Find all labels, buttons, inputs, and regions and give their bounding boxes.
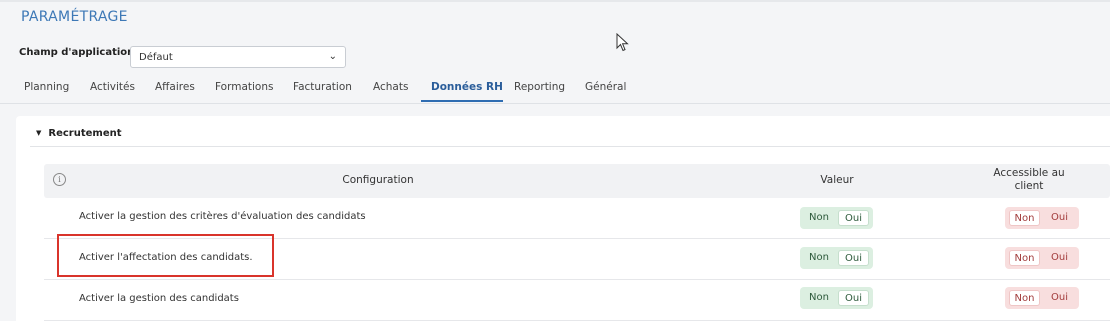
- tab-formations[interactable]: Formations: [215, 81, 273, 93]
- scope-label: Champ d'application: [19, 47, 135, 58]
- valeur-toggle[interactable]: Non Oui: [800, 207, 873, 229]
- tab-planning[interactable]: Planning: [24, 81, 69, 93]
- table-header: i Configuration Valeur Accessible au cli…: [44, 164, 1110, 198]
- section-title: Recrutement: [48, 128, 122, 139]
- valeur-toggle[interactable]: Non Oui: [800, 247, 873, 269]
- page-title: PARAMÉTRAGE: [21, 9, 128, 25]
- tab-donnees-rh[interactable]: Données RH: [431, 81, 503, 93]
- client-access-toggle[interactable]: Non Oui: [1005, 247, 1079, 269]
- client-access-toggle[interactable]: Non Oui: [1005, 207, 1079, 229]
- valeur-oui-option[interactable]: Oui: [838, 250, 869, 266]
- tab-achats[interactable]: Achats: [373, 81, 408, 93]
- section-divider: [30, 146, 1110, 147]
- tab-activites[interactable]: Activités: [90, 81, 135, 93]
- tab-reporting[interactable]: Reporting: [514, 81, 565, 93]
- row-label: Activer la gestion des critères d'évalua…: [79, 211, 366, 222]
- tab-general[interactable]: Général: [585, 81, 626, 93]
- valeur-non-option[interactable]: Non: [804, 250, 834, 266]
- active-tab-indicator: [421, 100, 503, 102]
- tab-affaires[interactable]: Affaires: [155, 81, 195, 93]
- caret-down-icon: ▼: [36, 129, 42, 137]
- header-valeur: Valeur: [820, 174, 854, 186]
- header-accessible-client: Accessible au client: [993, 167, 1065, 192]
- table-row: Activer la gestion des candidats Non Oui…: [44, 280, 1110, 321]
- top-divider: [0, 0, 1110, 2]
- client-non-option[interactable]: Non: [1009, 250, 1040, 266]
- scope-select[interactable]: Défaut ⌄: [130, 46, 346, 68]
- valeur-non-option[interactable]: Non: [804, 210, 834, 226]
- row-label: Activer la gestion des candidats: [79, 293, 239, 304]
- mouse-pointer-icon: [616, 33, 629, 52]
- client-oui-option[interactable]: Oui: [1044, 250, 1075, 266]
- valeur-toggle[interactable]: Non Oui: [800, 287, 873, 309]
- header-configuration: Configuration: [342, 174, 414, 186]
- valeur-non-option[interactable]: Non: [804, 290, 834, 306]
- table-row: Activer la gestion des critères d'évalua…: [44, 198, 1110, 239]
- client-non-option[interactable]: Non: [1009, 290, 1040, 306]
- chevron-down-icon: ⌄: [328, 51, 337, 62]
- scope-select-value: Défaut: [139, 52, 173, 63]
- highlight-annotation-box: [57, 234, 274, 277]
- section-recrutement-toggle[interactable]: ▼ Recrutement: [36, 128, 122, 139]
- valeur-oui-option[interactable]: Oui: [838, 210, 869, 226]
- tab-bar: Planning Activités Affaires Formations F…: [0, 75, 1110, 104]
- tab-facturation[interactable]: Facturation: [293, 81, 352, 93]
- valeur-oui-option[interactable]: Oui: [838, 290, 869, 306]
- client-oui-option[interactable]: Oui: [1044, 290, 1075, 306]
- client-access-toggle[interactable]: Non Oui: [1005, 287, 1079, 309]
- client-non-option[interactable]: Non: [1009, 210, 1040, 226]
- client-oui-option[interactable]: Oui: [1044, 210, 1075, 226]
